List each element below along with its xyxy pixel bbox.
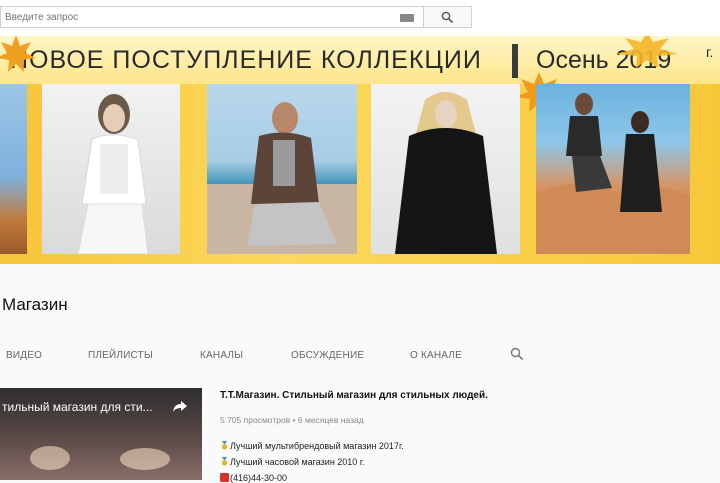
share-icon[interactable]: [172, 400, 188, 414]
channel-tabs: ВИДЕО ПЛЕЙЛИСТЫ КАНАЛЫ ОБСУЖДЕНИЕ О КАНА…: [0, 342, 720, 368]
model-figure-image: [77, 94, 149, 254]
search-box[interactable]: [0, 6, 424, 28]
description-text: Лучший часовой магазин 2010 г.: [230, 457, 365, 467]
model-figure-image: [395, 92, 497, 254]
video-thumbnail[interactable]: тильный магазин для сти...: [0, 388, 202, 480]
channel-title: Магазин: [2, 295, 68, 314]
tab-videos[interactable]: ВИДЕО: [6, 350, 42, 361]
medal-icon: [221, 441, 228, 450]
search-icon: [441, 11, 454, 24]
autumn-leaf-icon: [616, 36, 678, 68]
thumbnail-light: [30, 446, 70, 470]
banner-edge-text: г.: [706, 44, 714, 60]
banner-photo-5: [536, 84, 690, 254]
banner-photo-4: [371, 84, 520, 254]
channel-banner: НОВОЕ ПОСТУПЛЕНИЕ КОЛЛЕКЦИИ Осень 2019 г…: [0, 36, 720, 264]
description-line: Лучший часовой магазин 2010 г.: [220, 457, 365, 467]
banner-title: НОВОЕ ПОСТУПЛЕНИЕ КОЛЛЕКЦИИ: [10, 46, 482, 74]
top-bar: [0, 0, 720, 36]
keyboard-icon[interactable]: [400, 14, 414, 22]
tab-playlists[interactable]: ПЛЕЙЛИСТЫ: [88, 350, 153, 361]
autumn-leaf-icon: [0, 36, 36, 72]
model-figure-image: [536, 93, 690, 254]
video-title[interactable]: Т.Т.Магазин. Стильный магазин для стильн…: [220, 390, 488, 401]
description-line: (416)44-30-00: [220, 473, 287, 483]
banner-photo-3: [207, 84, 357, 254]
tab-channels[interactable]: КАНАЛЫ: [200, 350, 243, 361]
search-input[interactable]: [1, 7, 381, 28]
thumbnail-light: [120, 448, 170, 470]
video-meta: 5 705 просмотров • 6 месяцев назад: [220, 415, 364, 425]
description-text: Лучший мультибрендовый магазин 2017г.: [230, 441, 404, 451]
phone-icon: [220, 473, 229, 482]
channel-search-icon[interactable]: [510, 347, 524, 361]
thumbnail-title: тильный магазин для сти...: [2, 400, 153, 414]
search-button[interactable]: [424, 6, 472, 28]
model-figure-image: [207, 102, 357, 254]
tab-about[interactable]: О КАНАЛЕ: [410, 350, 462, 361]
banner-photo-2: [42, 84, 180, 254]
medal-icon: [221, 457, 228, 466]
phone-number: (416)44-30-00: [230, 473, 288, 483]
description-line: Лучший мультибрендовый магазин 2017г.: [220, 441, 404, 451]
banner-photo-1: [0, 84, 27, 254]
tab-discussion[interactable]: ОБСУЖДЕНИЕ: [291, 350, 364, 361]
